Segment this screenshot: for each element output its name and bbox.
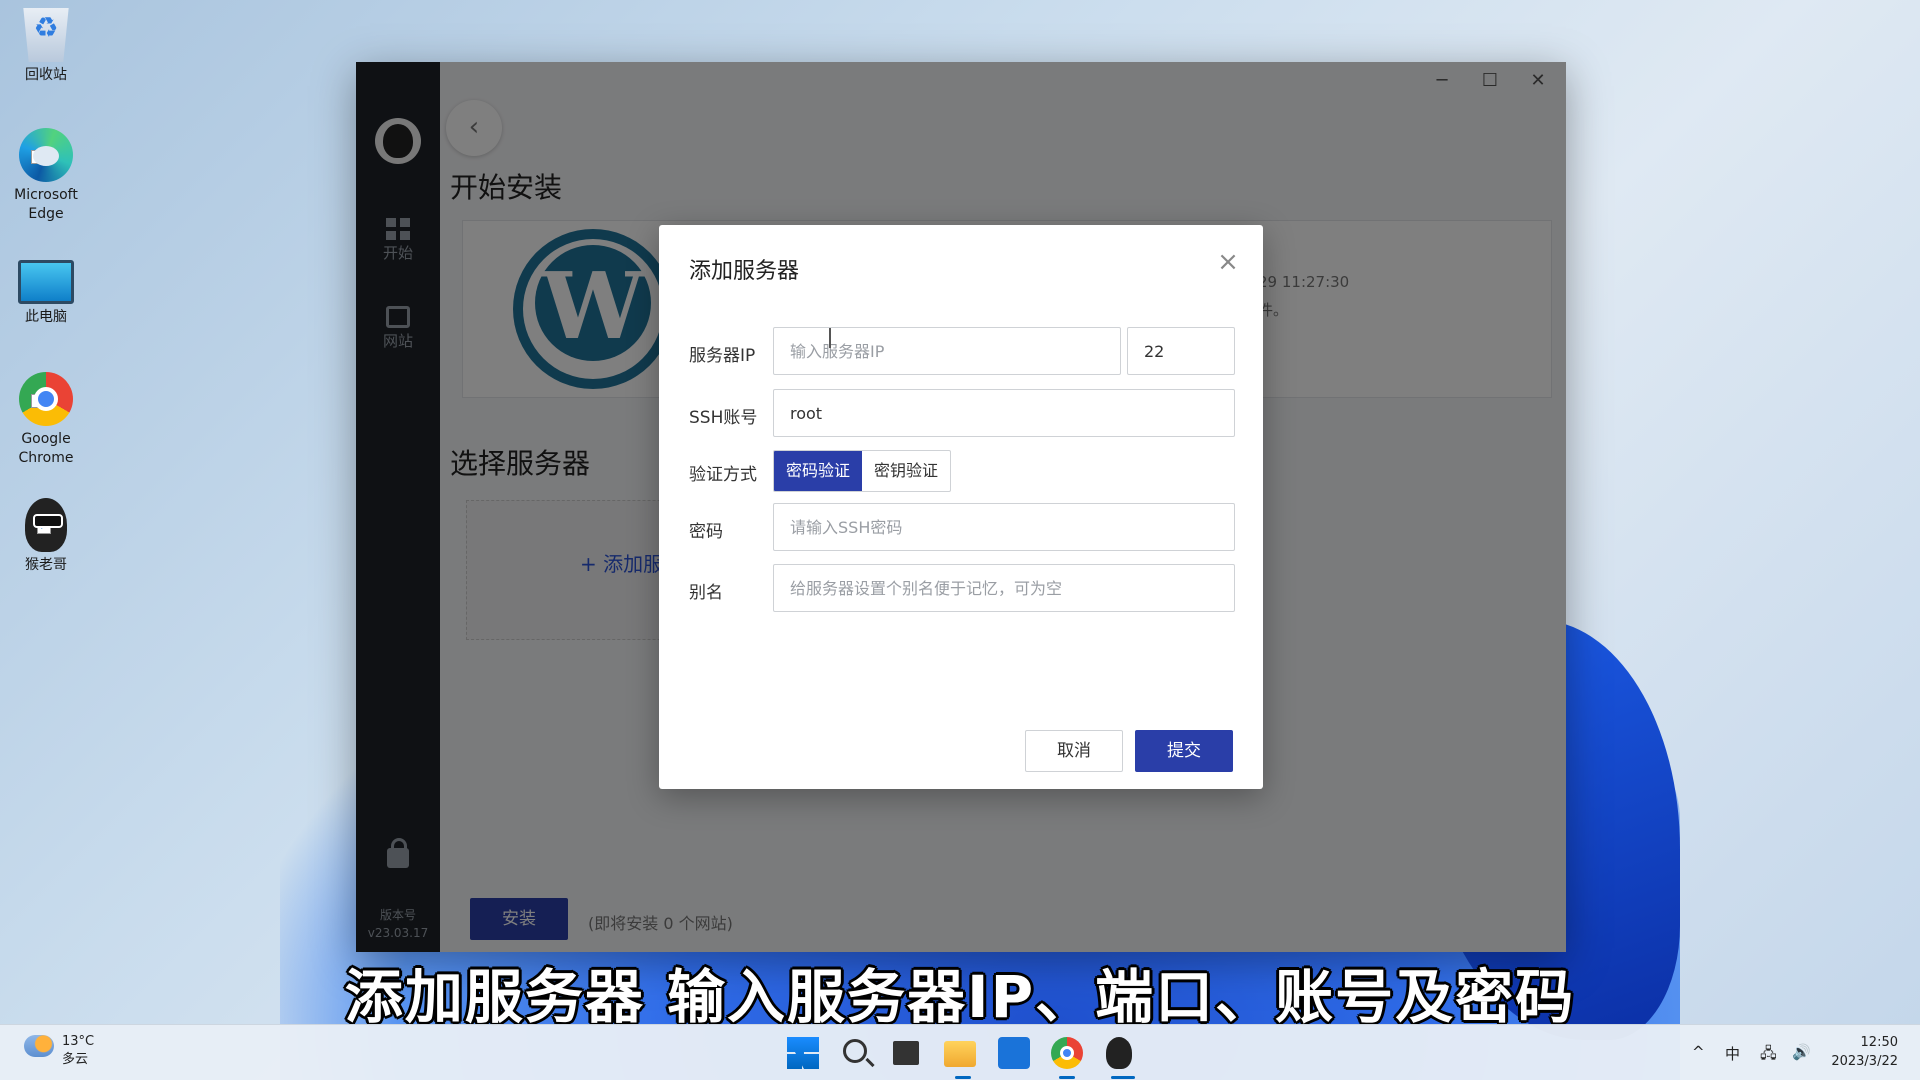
weather-temp: 13°C: [62, 1034, 95, 1049]
desktop-icon-this-pc[interactable]: 此电脑: [6, 254, 86, 327]
weather-icon[interactable]: [24, 1035, 54, 1057]
volume-icon[interactable]: 🔊: [1792, 1043, 1811, 1061]
chrome-taskbar-icon[interactable]: [1051, 1037, 1083, 1069]
auth-option-password[interactable]: 密码验证: [774, 451, 863, 491]
port-input[interactable]: [1127, 327, 1235, 375]
start-icon[interactable]: [787, 1037, 819, 1069]
recycle-bin-icon: [23, 8, 69, 62]
file-explorer-icon[interactable]: [944, 1041, 976, 1067]
chrome-icon: ↗: [19, 372, 73, 426]
weather-desc: 多云: [62, 1052, 89, 1067]
close-icon[interactable]: ×: [1211, 245, 1245, 279]
weather-widget[interactable]: 13°C 多云: [62, 1033, 94, 1069]
shortcut-arrow-icon: ↗: [37, 520, 51, 534]
ime-indicator[interactable]: 中: [1725, 1043, 1740, 1064]
desktop-icon-chrome[interactable]: ↗ Google Chrome: [6, 372, 86, 468]
taskbar-running-indicator: [955, 1076, 971, 1079]
video-subtitle: 添加服务器 输入服务器IP、端口、账号及密码: [344, 963, 1576, 1031]
dialog-title: 添加服务器: [689, 259, 800, 284]
password-input[interactable]: [773, 503, 1235, 551]
add-server-dialog: 添加服务器 × 服务器IP SSH账号 验证方式 密码验证 密钥验证 密码 别名…: [659, 225, 1263, 789]
ssh-account-input[interactable]: [773, 389, 1235, 437]
desktop-icon-edge[interactable]: ↗ Microsoft Edge: [6, 128, 86, 224]
tray-chevron-icon[interactable]: ^: [1692, 1043, 1705, 1061]
desktop-icon-label: 此电脑: [25, 309, 67, 325]
clock[interactable]: 12:50 2023/3/22: [1831, 1033, 1898, 1071]
clock-time: 12:50: [1860, 1035, 1898, 1050]
clock-date: 2023/3/22: [1831, 1054, 1898, 1069]
cancel-button[interactable]: 取消: [1025, 730, 1123, 772]
taskbar: 13°C 多云 ^ 中 🖧 🔊 12:50 2023/3/22: [0, 1024, 1920, 1080]
monitor-icon: [18, 260, 74, 304]
submit-button[interactable]: 提交: [1135, 730, 1233, 772]
auth-label: 验证方式: [689, 465, 757, 485]
auth-option-key[interactable]: 密钥验证: [862, 451, 950, 491]
desktop-icon-houlaoge[interactable]: ↗ 猴老哥: [6, 498, 86, 575]
taskbar-active-indicator: [1111, 1076, 1135, 1079]
taskbar-running-indicator: [1059, 1076, 1075, 1079]
text-cursor-icon: [829, 328, 831, 348]
shortcut-arrow-icon: ↗: [31, 394, 45, 408]
monkey-app-icon: ↗: [25, 498, 67, 552]
password-label: 密码: [689, 522, 723, 542]
server-ip-input[interactable]: [773, 327, 1121, 375]
shortcut-arrow-icon: ↗: [31, 150, 45, 164]
desktop-icon-label: Microsoft Edge: [14, 187, 78, 222]
desktop-icon-label: 回收站: [25, 67, 67, 83]
alias-input[interactable]: [773, 564, 1235, 612]
monkey-app-taskbar-icon[interactable]: [1106, 1037, 1132, 1069]
search-icon[interactable]: [843, 1039, 867, 1063]
desktop-icon-recycle-bin[interactable]: 回收站: [6, 8, 86, 85]
network-icon[interactable]: 🖧: [1760, 1043, 1777, 1068]
ssh-label: SSH账号: [689, 408, 758, 428]
task-view-icon[interactable]: [893, 1041, 919, 1065]
ip-label: 服务器IP: [689, 346, 756, 366]
desktop-icon-label: Google Chrome: [18, 431, 74, 466]
store-icon[interactable]: [998, 1037, 1030, 1069]
auth-method-toggle: 密码验证 密钥验证: [773, 450, 952, 492]
edge-icon: ↗: [19, 128, 73, 182]
alias-label: 别名: [689, 583, 723, 603]
desktop-icon-label: 猴老哥: [25, 557, 67, 573]
